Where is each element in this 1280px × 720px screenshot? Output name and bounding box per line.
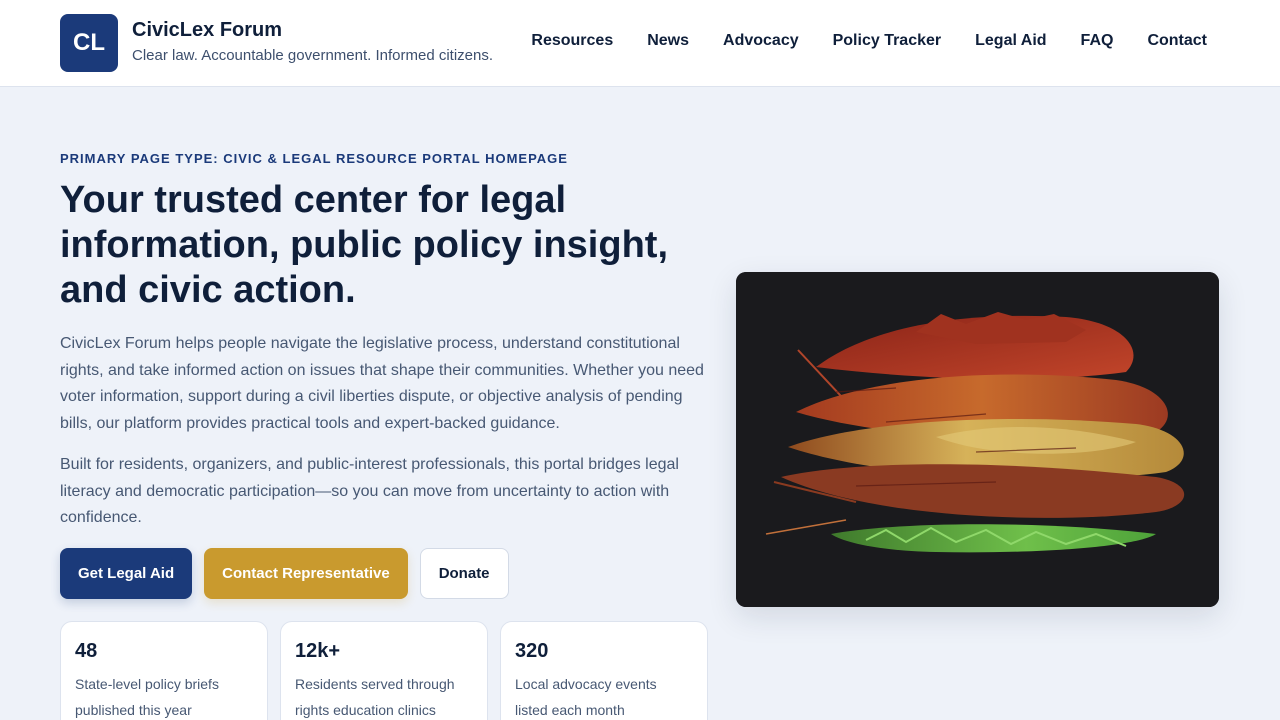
nav-policy-tracker[interactable]: Policy Tracker: [833, 32, 942, 50]
stat-label: State-level policy briefs published this…: [75, 676, 219, 718]
stat-value: 48: [75, 640, 98, 662]
hero-audience-text: Built for residents, organizers, and pub…: [60, 456, 679, 526]
stat-label: Local advocacy events listed each month: [515, 676, 657, 718]
autumn-leaves-photo-icon: [736, 272, 1219, 607]
cta-button-group: Get Legal Aid Contact Representative Don…: [60, 548, 509, 599]
brand-tagline: Clear law. Accountable government. Infor…: [132, 47, 494, 64]
hero-title: Your trusted center for legal informatio…: [60, 179, 668, 311]
contact-representative-button[interactable]: Contact Representative: [204, 548, 408, 599]
stat-card: 48 State-level policy briefs published t…: [60, 621, 268, 720]
nav-contact[interactable]: Contact: [1147, 32, 1207, 50]
hero-image: [736, 272, 1219, 607]
nav-resources[interactable]: Resources: [531, 32, 613, 50]
hero-description: CivicLex Forum helps people navigate the…: [60, 335, 704, 432]
nav-legal-aid[interactable]: Legal Aid: [975, 32, 1046, 50]
stats-row: 48 State-level policy briefs published t…: [60, 621, 708, 720]
nav-news[interactable]: News: [647, 32, 689, 50]
brand-name[interactable]: CivicLex Forum: [132, 19, 282, 42]
donate-button[interactable]: Donate: [419, 548, 509, 599]
nav-faq[interactable]: FAQ: [1081, 32, 1114, 50]
logo[interactable]: CL: [60, 14, 118, 72]
nav-advocacy[interactable]: Advocacy: [723, 32, 799, 50]
stat-value: 12k+: [295, 640, 341, 662]
stat-label: Residents served through rights educatio…: [295, 676, 455, 718]
site-header: CL CivicLex Forum Clear law. Accountable…: [0, 0, 1280, 87]
stat-card: 12k+ Residents served through rights edu…: [280, 621, 488, 720]
main-nav: Resources News Advocacy Policy Tracker L…: [531, 32, 1207, 50]
page-type-eyebrow: PRIMARY PAGE TYPE: CIVIC & LEGAL RESOURC…: [60, 151, 568, 166]
stat-value: 320: [515, 640, 549, 662]
get-legal-aid-button[interactable]: Get Legal Aid: [60, 548, 193, 599]
stat-card: 320 Local advocacy events listed each mo…: [500, 621, 708, 720]
